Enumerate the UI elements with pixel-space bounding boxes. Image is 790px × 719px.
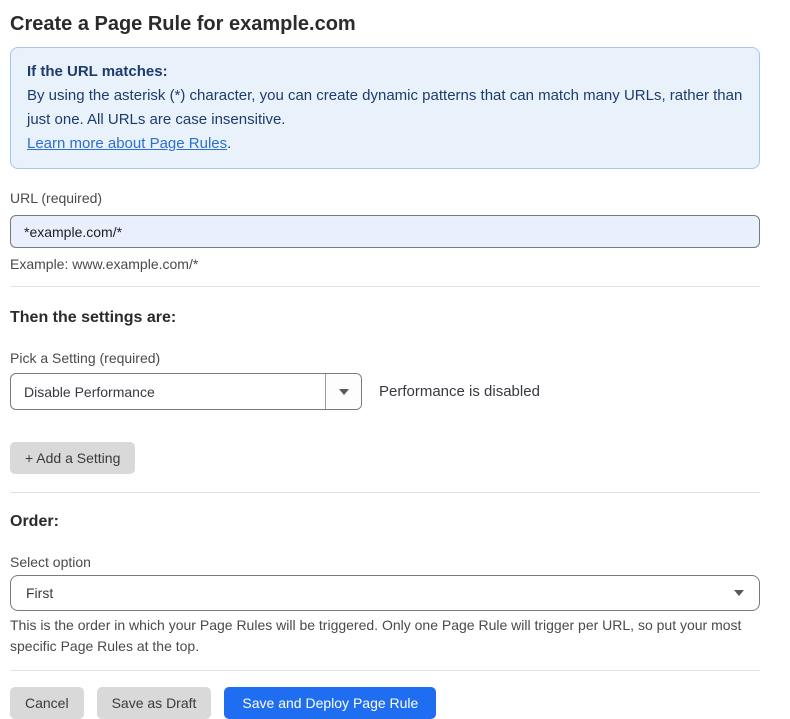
divider	[10, 286, 760, 287]
divider	[10, 492, 760, 493]
url-input[interactable]	[10, 215, 760, 248]
learn-more-link[interactable]: Learn more about Page Rules	[27, 135, 227, 152]
order-label: Select option	[10, 552, 760, 572]
url-label: URL (required)	[10, 188, 760, 208]
setting-label: Pick a Setting (required)	[10, 348, 760, 368]
info-box-heading: If the URL matches:	[27, 60, 743, 84]
url-example-text: Example: www.example.com/*	[10, 254, 760, 274]
chevron-down-icon	[734, 590, 744, 596]
setting-select-value: Disable Performance	[11, 374, 325, 409]
url-match-info-box: If the URL matches: By using the asteris…	[10, 47, 760, 169]
link-suffix: .	[227, 135, 231, 152]
footer-actions: Cancel Save as Draft Save and Deploy Pag…	[10, 687, 760, 719]
order-select[interactable]: First	[10, 575, 760, 611]
save-deploy-button[interactable]: Save and Deploy Page Rule	[224, 687, 436, 719]
chevron-down-icon	[339, 389, 349, 395]
divider	[10, 670, 760, 671]
save-draft-button[interactable]: Save as Draft	[97, 687, 212, 719]
page-rule-form: Create a Page Rule for example.com If th…	[10, 12, 760, 719]
order-select-value: First	[26, 585, 734, 601]
settings-heading: Then the settings are:	[10, 307, 760, 329]
add-setting-button[interactable]: + Add a Setting	[10, 442, 135, 474]
info-box-body: By using the asterisk (*) character, you…	[27, 84, 743, 156]
cancel-button[interactable]: Cancel	[10, 687, 84, 719]
setting-status-text: Performance is disabled	[379, 383, 540, 400]
setting-select[interactable]: Disable Performance	[10, 373, 362, 410]
setting-select-arrow-button[interactable]	[325, 374, 361, 409]
setting-row: Disable Performance Performance is disab…	[10, 373, 760, 410]
order-heading: Order:	[10, 511, 760, 533]
page-title: Create a Page Rule for example.com	[10, 12, 760, 36]
order-help-text: This is the order in which your Page Rul…	[10, 615, 755, 657]
